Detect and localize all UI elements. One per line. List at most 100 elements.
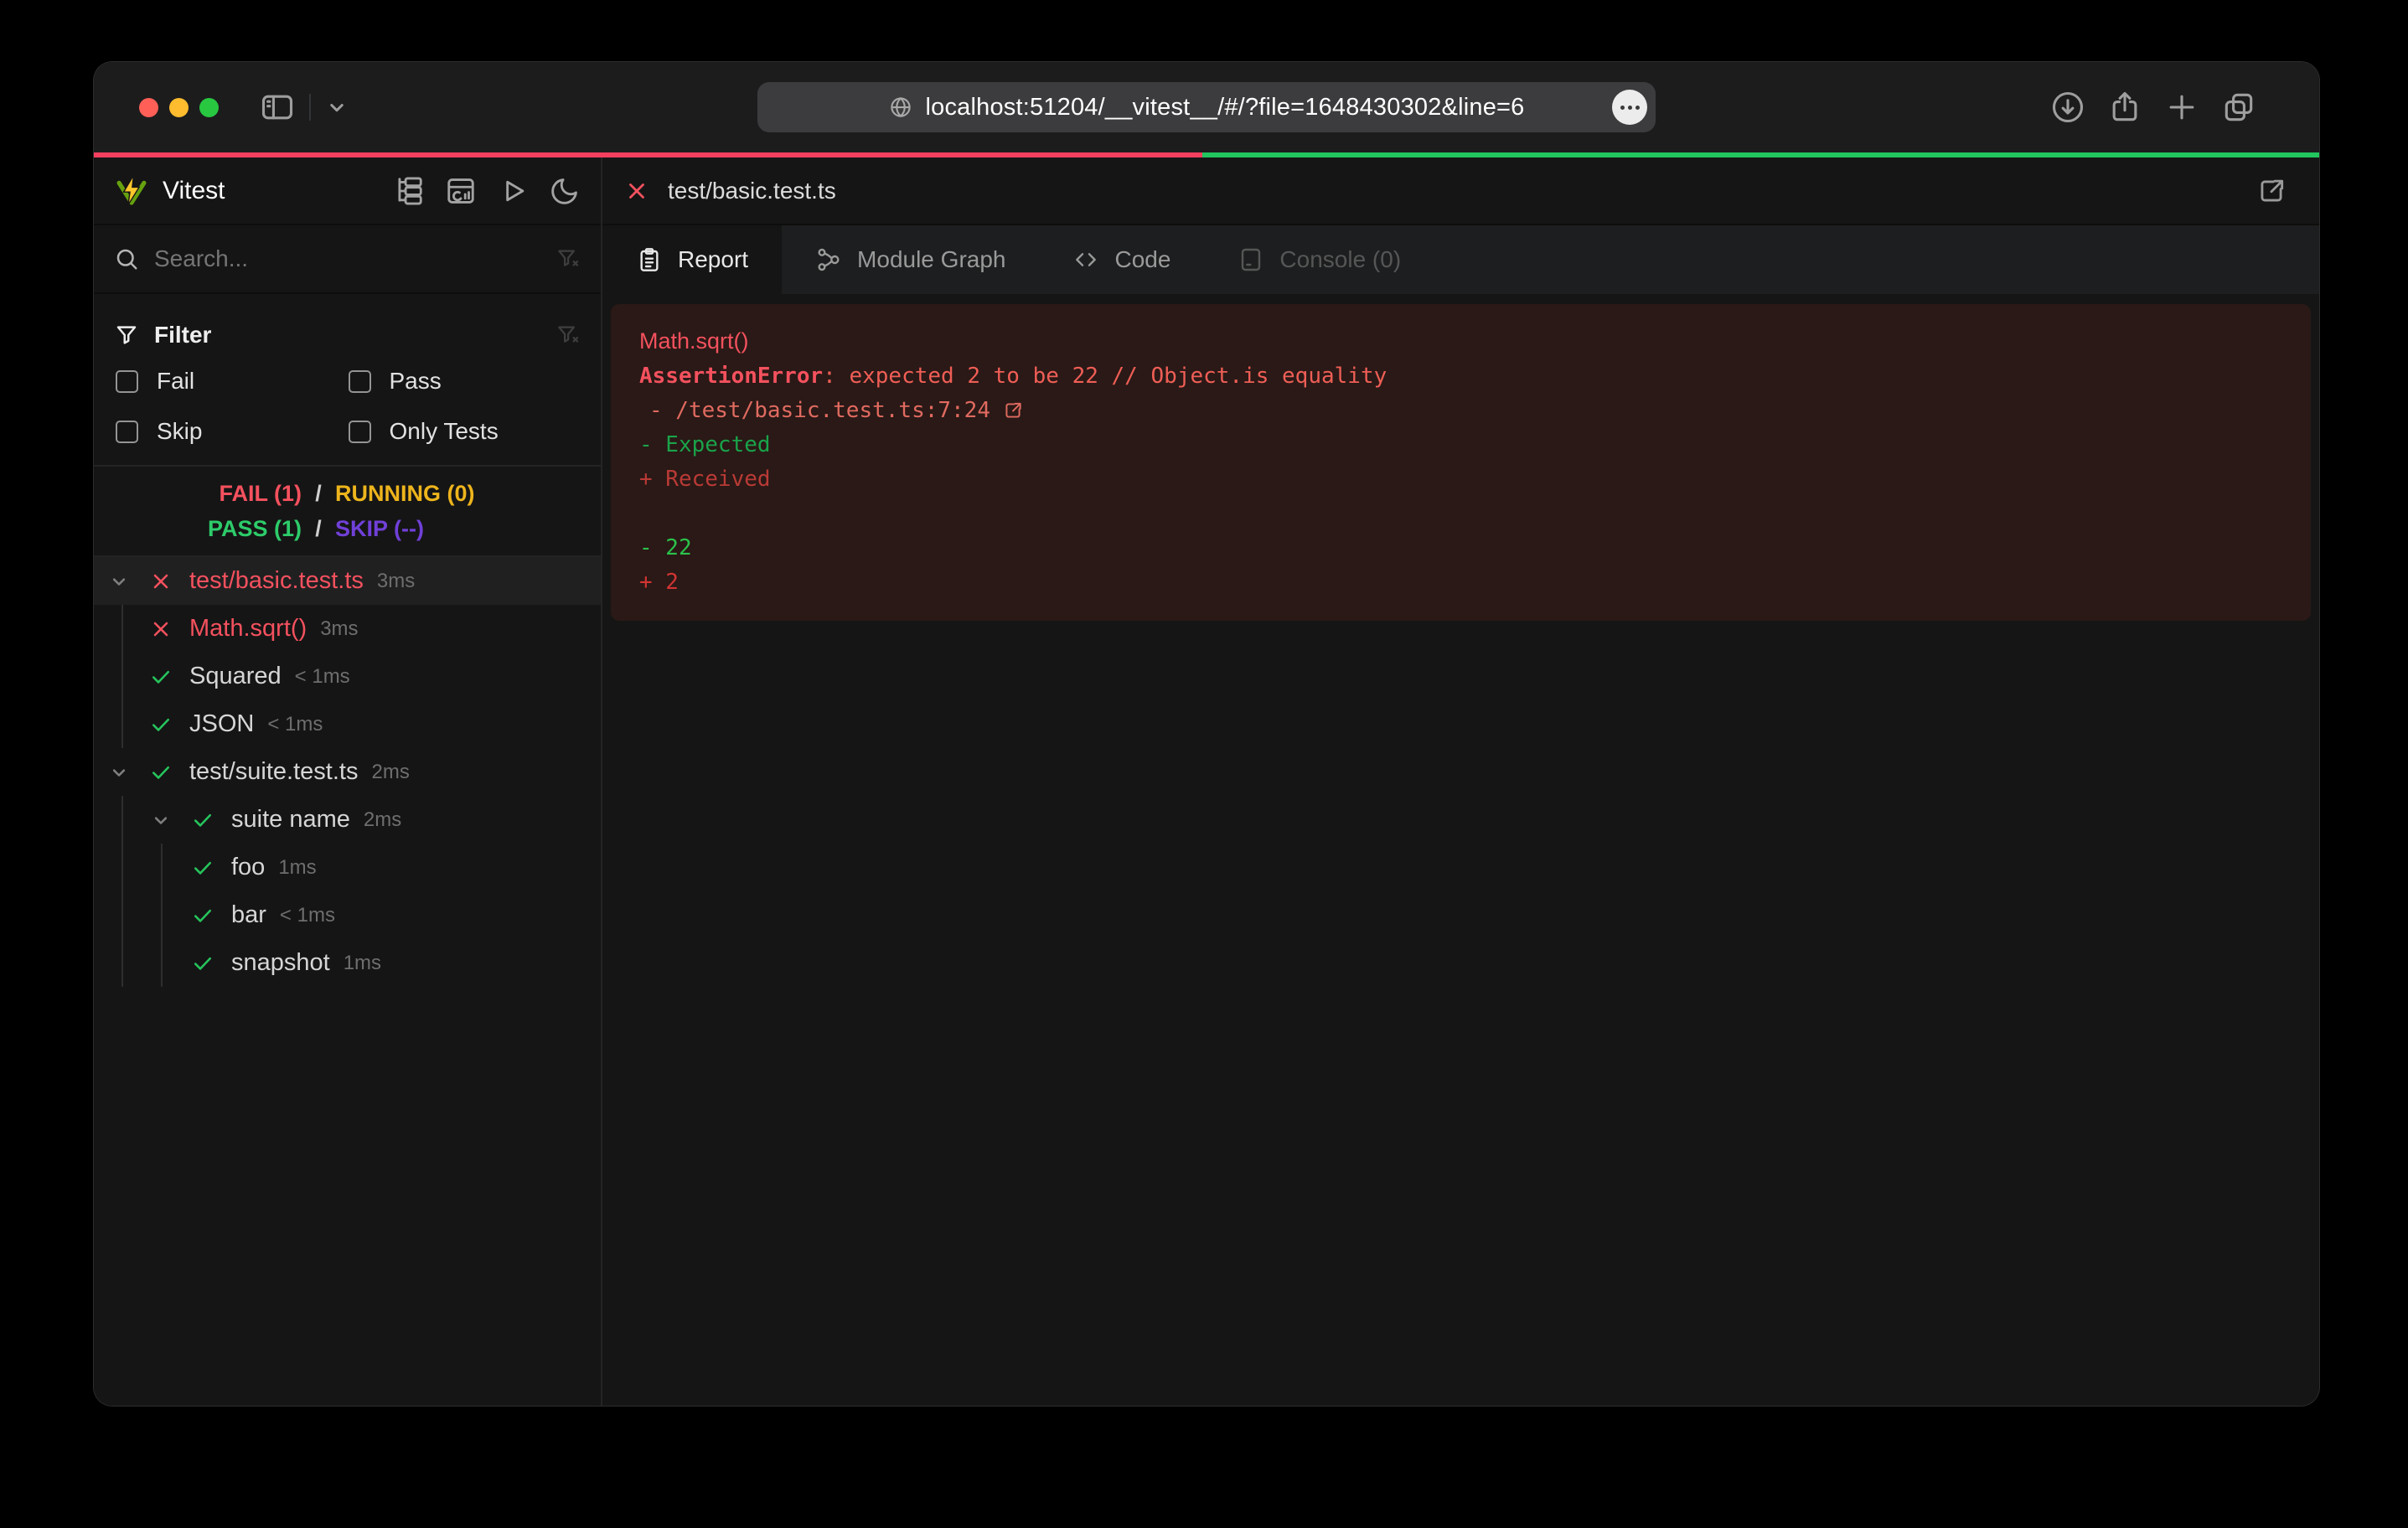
tree-item-suite[interactable]: suite name 2ms: [94, 796, 601, 844]
tree-item-test[interactable]: foo 1ms: [94, 844, 601, 891]
open-in-editor-icon[interactable]: [1002, 400, 1024, 421]
fail-checkbox[interactable]: [116, 370, 138, 393]
indent-guide: [121, 605, 123, 748]
test-label: Math.sqrt(): [189, 615, 307, 643]
chevron-down-icon[interactable]: [107, 761, 131, 784]
error-name: AssertionError: [639, 364, 823, 389]
run-all-icon[interactable]: [497, 175, 529, 207]
app-title: Vitest: [163, 177, 225, 205]
vitest-logo-icon: [114, 173, 149, 209]
test-duration: < 1ms: [280, 904, 335, 927]
filter-title: Filter: [154, 322, 211, 348]
filter-label: Skip: [157, 418, 202, 445]
tab-console[interactable]: Console (0): [1204, 225, 1434, 294]
test-duration: 1ms: [344, 952, 381, 975]
search-input[interactable]: [154, 245, 540, 272]
diff-received-label: + Received: [639, 462, 2286, 496]
filter-option-only-tests[interactable]: Only Tests: [349, 418, 581, 445]
minimize-window-button[interactable]: [169, 98, 189, 117]
filter-option-skip[interactable]: Skip: [116, 418, 349, 445]
test-duration: 3ms: [377, 570, 415, 593]
dark-mode-icon[interactable]: [549, 175, 581, 207]
tab-label: Code: [1114, 246, 1170, 273]
search-bar: [94, 225, 601, 294]
error-message: : expected 2 to be 22 // Object.is equal…: [823, 364, 1387, 389]
tab-label: Console (0): [1279, 246, 1401, 273]
fullscreen-window-button[interactable]: [199, 98, 219, 117]
test-duration: 3ms: [320, 617, 358, 641]
new-tab-icon[interactable]: [2163, 89, 2200, 126]
fail-count: FAIL (1): [94, 481, 302, 507]
filter-section: Filter Fail Pass: [94, 294, 601, 467]
running-count: RUNNING (0): [335, 481, 601, 507]
downloads-icon[interactable]: [2049, 89, 2086, 126]
sidebar: Vitest: [94, 157, 602, 1406]
chevron-down-icon[interactable]: [324, 95, 349, 120]
tab-module-graph[interactable]: Module Graph: [782, 225, 1039, 294]
filter-option-fail[interactable]: Fail: [116, 368, 349, 395]
diff-expected-label: - Expected: [639, 427, 2286, 462]
test-label: bar: [231, 901, 266, 929]
filter-label: Only Tests: [390, 418, 499, 445]
chevron-down-icon[interactable]: [107, 570, 131, 593]
main-panel: test/basic.test.ts Rep: [602, 157, 2319, 1406]
pass-icon: [191, 856, 214, 880]
more-icon[interactable]: [1612, 90, 1647, 125]
pass-icon: [191, 952, 214, 975]
filter-option-pass[interactable]: Pass: [349, 368, 581, 395]
tree-item-test[interactable]: Squared < 1ms: [94, 653, 601, 700]
test-label: test/suite.test.ts: [189, 758, 358, 786]
only-tests-checkbox[interactable]: [349, 421, 371, 443]
traffic-lights: [139, 98, 219, 117]
tab-code[interactable]: Code: [1039, 225, 1204, 294]
chevron-down-icon[interactable]: [149, 808, 173, 832]
tab-report[interactable]: Report: [602, 225, 782, 294]
test-summary: FAIL (1) / RUNNING (0) PASS (1) / SKIP (…: [94, 467, 601, 557]
pass-count: PASS (1): [94, 516, 302, 542]
file-header: test/basic.test.ts: [602, 157, 2319, 225]
clear-search-filter-icon[interactable]: [555, 246, 581, 271]
tab-label: Report: [678, 246, 748, 273]
tree-item-test[interactable]: snapshot 1ms: [94, 939, 601, 987]
filter-label: Fail: [157, 368, 194, 395]
stack-location[interactable]: - /test/basic.test.ts:7:24: [649, 398, 990, 423]
tree-item-test[interactable]: JSON < 1ms: [94, 700, 601, 748]
pass-icon: [191, 808, 214, 832]
test-tree: test/basic.test.ts 3ms Math.sqrt() 3ms S…: [94, 557, 601, 1406]
skip-count: SKIP (--): [335, 516, 601, 542]
test-duration: 2ms: [364, 808, 401, 832]
sidebar-toggle-icon[interactable]: [259, 89, 296, 126]
failed-test-title: Math.sqrt(): [639, 324, 2286, 359]
test-label: foo: [231, 854, 265, 881]
assertion-error-line: AssertionError: expected 2 to be 22 // O…: [639, 359, 2286, 393]
tree-item-file[interactable]: test/basic.test.ts 3ms: [94, 557, 601, 605]
tree-item-test[interactable]: bar < 1ms: [94, 891, 601, 939]
error-report-panel: Math.sqrt() AssertionError: expected 2 t…: [611, 304, 2311, 621]
indent-guide: [121, 796, 123, 987]
share-icon[interactable]: [2106, 89, 2143, 126]
test-duration: 2ms: [371, 761, 409, 784]
search-icon: [114, 246, 139, 271]
address-bar[interactable]: localhost:51204/__vitest__/#/?file=16484…: [757, 82, 1656, 132]
open-in-editor-icon[interactable]: [2256, 175, 2287, 207]
dashboard-icon[interactable]: [445, 175, 477, 207]
browser-toolbar: localhost:51204/__vitest__/#/?file=16484…: [94, 62, 2319, 152]
tree-item-file[interactable]: test/suite.test.ts 2ms: [94, 748, 601, 796]
summary-separator: /: [302, 481, 335, 507]
clear-filter-icon[interactable]: [555, 323, 581, 348]
skip-checkbox[interactable]: [116, 421, 138, 443]
pass-icon: [149, 665, 173, 689]
tree-view-icon[interactable]: [393, 175, 425, 207]
console-icon: [1238, 246, 1264, 273]
report-content: Math.sqrt() AssertionError: expected 2 t…: [602, 294, 2319, 1406]
pass-checkbox[interactable]: [349, 370, 371, 393]
test-duration: < 1ms: [267, 713, 323, 736]
close-window-button[interactable]: [139, 98, 158, 117]
report-icon: [636, 246, 663, 273]
tab-strip: Report Module Graph: [602, 225, 2319, 294]
tree-item-test[interactable]: Math.sqrt() 3ms: [94, 605, 601, 653]
tab-overview-icon[interactable]: [2220, 89, 2257, 126]
filter-label: Pass: [390, 368, 442, 395]
test-label: suite name: [231, 806, 350, 834]
globe-icon: [888, 95, 913, 120]
